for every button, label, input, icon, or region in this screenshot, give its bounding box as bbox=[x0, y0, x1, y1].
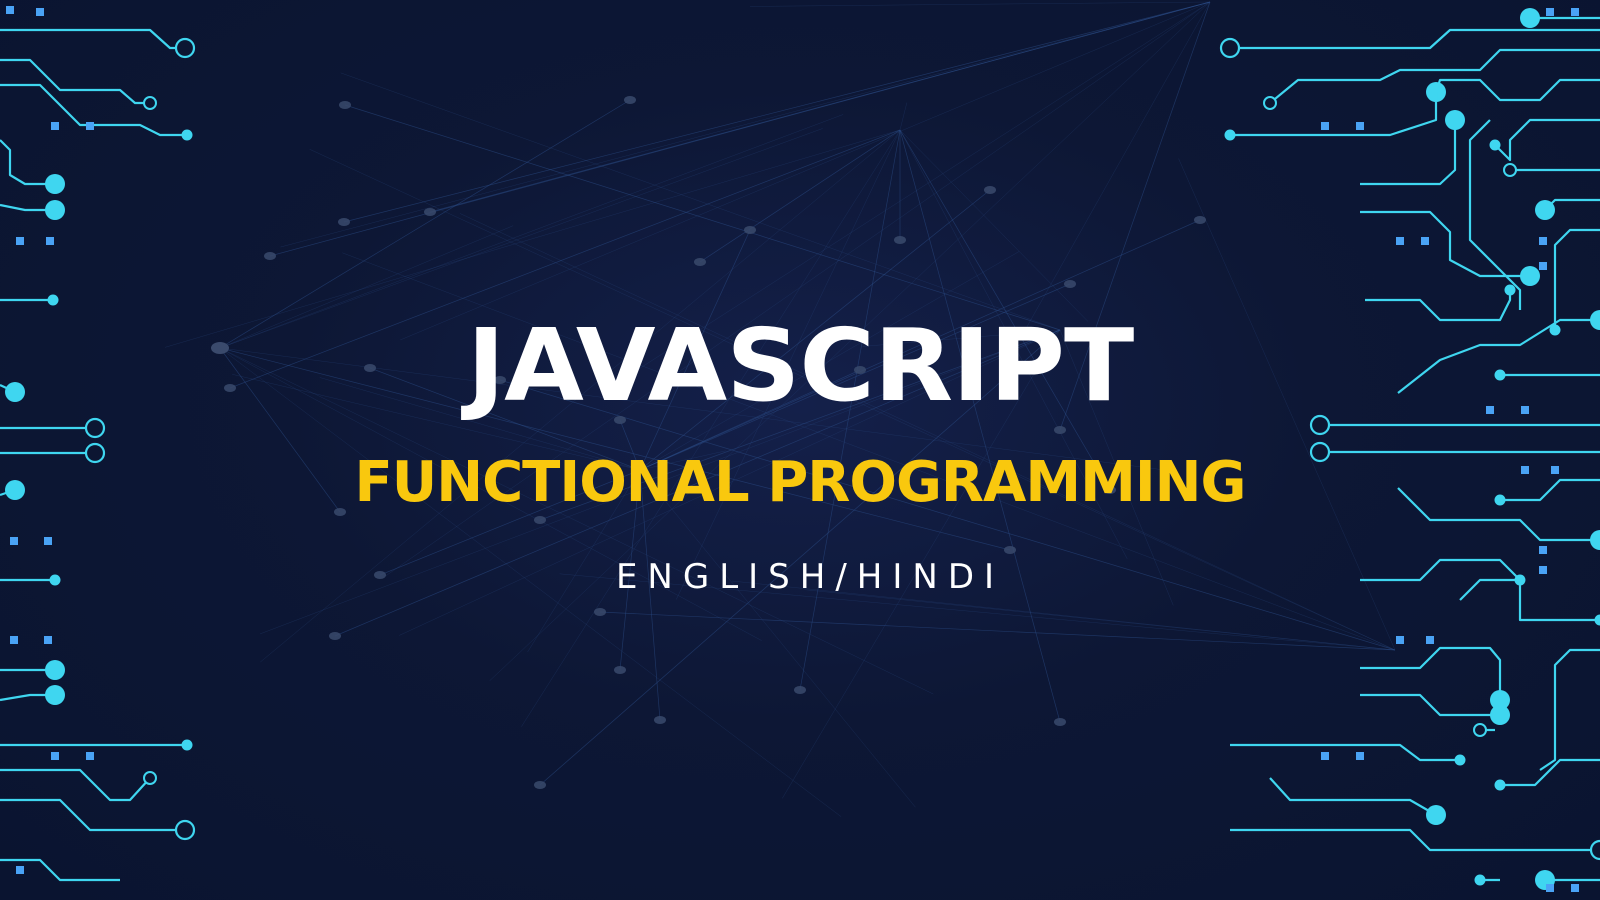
subtitle: FUNCTIONAL PROGRAMMING bbox=[354, 450, 1246, 515]
title-block: JAVASCRIPT FUNCTIONAL PROGRAMMING ENGLIS… bbox=[0, 0, 1600, 900]
main-title: JAVASCRIPT bbox=[466, 307, 1134, 424]
thumbnail-canvas: JAVASCRIPT FUNCTIONAL PROGRAMMING ENGLIS… bbox=[0, 0, 1600, 900]
language-label: ENGLISH/HINDI bbox=[615, 557, 1005, 597]
